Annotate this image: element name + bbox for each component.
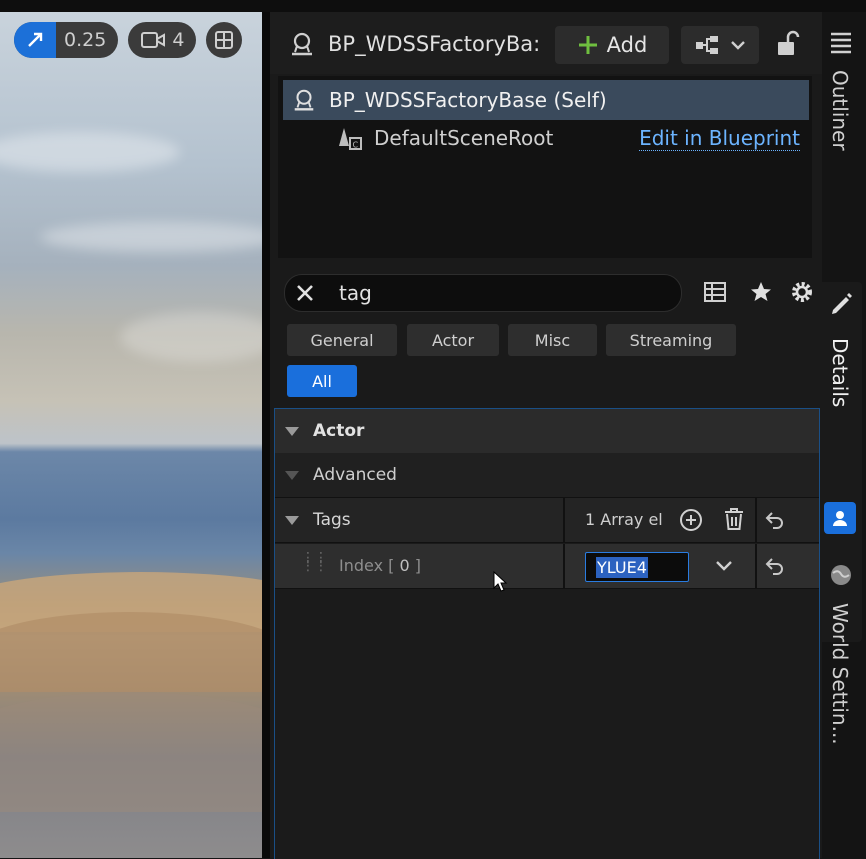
list-icon bbox=[829, 30, 853, 54]
filter-general[interactable]: General bbox=[287, 324, 397, 356]
component-tree: BP_WDSSFactoryBase (Self) C DefaultScene… bbox=[278, 76, 812, 258]
details-search bbox=[284, 274, 682, 312]
add-component-button[interactable]: Add bbox=[555, 26, 669, 64]
clear-search-button[interactable] bbox=[285, 283, 325, 303]
panel-splitter[interactable] bbox=[262, 12, 270, 858]
array-count-text: 1 Array ele bbox=[585, 510, 663, 529]
tree-item-self[interactable]: BP_WDSSFactoryBase (Self) bbox=[283, 80, 809, 120]
user-icon bbox=[824, 502, 856, 534]
tab-outliner[interactable]: Outliner bbox=[822, 24, 862, 174]
index-label: Index [ 0 ] bbox=[339, 556, 422, 575]
actor-blueprint-icon bbox=[288, 30, 316, 58]
category-advanced[interactable]: Advanced bbox=[275, 453, 819, 498]
reset-icon[interactable] bbox=[765, 556, 785, 576]
add-label: Add bbox=[606, 33, 648, 57]
level-viewport[interactable]: 0.25 4 bbox=[0, 12, 262, 858]
favorites-button[interactable] bbox=[745, 276, 777, 308]
scale-snap-value: 0.25 bbox=[64, 29, 107, 51]
scale-arrow-icon bbox=[14, 22, 56, 58]
lock-selection-button[interactable] bbox=[775, 30, 801, 58]
property-list: Actor Advanced Tags 1 Array ele ⋮⋮⋮⋮ Ind… bbox=[274, 408, 820, 859]
tab-details-label: Details bbox=[828, 338, 852, 408]
camera-icon bbox=[140, 30, 166, 50]
hierarchy-icon bbox=[694, 34, 720, 56]
expand-triangle-icon bbox=[285, 470, 299, 480]
globe-icon bbox=[829, 563, 853, 587]
actor-name-text: BP_WDSSFactoryBa: bbox=[328, 32, 541, 56]
unlock-icon bbox=[775, 30, 801, 58]
tab-world-settings-label: World Settin... bbox=[828, 603, 852, 745]
category-advanced-label: Advanced bbox=[313, 465, 397, 485]
layout-grid-icon bbox=[214, 30, 234, 50]
property-matrix-button[interactable] bbox=[699, 276, 731, 308]
settings-button[interactable] bbox=[786, 276, 818, 308]
reset-icon[interactable] bbox=[765, 510, 785, 530]
chevron-down-icon bbox=[730, 39, 746, 51]
search-input[interactable] bbox=[337, 280, 661, 306]
filter-misc[interactable]: Misc bbox=[508, 324, 597, 356]
details-header: BP_WDSSFactoryBa: Add bbox=[270, 12, 822, 74]
viewport-layout-button[interactable] bbox=[206, 22, 243, 58]
actor-blueprint-icon bbox=[291, 87, 317, 113]
gear-icon bbox=[789, 279, 815, 305]
side-tab-rail: Outliner Details World Settin... bbox=[822, 12, 866, 858]
scene-component-icon: C bbox=[336, 124, 364, 152]
tree-self-label: BP_WDSSFactoryBase (Self) bbox=[329, 88, 607, 112]
selected-actor: BP_WDSSFactoryBa: bbox=[288, 30, 553, 58]
tab-world-settings[interactable]: World Settin... bbox=[822, 557, 862, 857]
close-icon bbox=[295, 283, 315, 303]
tag-value-input[interactable]: YLUE4 bbox=[585, 552, 689, 582]
tree-item-default-scene-root[interactable]: C DefaultSceneRoot bbox=[336, 124, 553, 152]
tag-element-row: ⋮⋮ ⋮⋮ Index [ 0 ] YLUE4 bbox=[275, 544, 819, 592]
star-icon bbox=[749, 280, 773, 304]
property-tags: Tags 1 Array ele bbox=[275, 498, 819, 543]
camera-speed-button[interactable]: 4 bbox=[128, 22, 197, 58]
category-actor[interactable]: Actor bbox=[275, 409, 819, 454]
camera-speed-value: 4 bbox=[172, 29, 185, 51]
expand-triangle-icon[interactable] bbox=[285, 515, 299, 525]
category-actor-label: Actor bbox=[313, 421, 365, 441]
add-element-icon[interactable] bbox=[678, 507, 704, 533]
plus-icon bbox=[577, 34, 599, 56]
filter-streaming[interactable]: Streaming bbox=[606, 324, 736, 356]
details-panel: BP_WDSSFactoryBa: Add BP_WDSSFactoryBase… bbox=[270, 12, 822, 859]
top-strip bbox=[0, 0, 866, 12]
filter-all[interactable]: All bbox=[287, 365, 357, 397]
pencil-icon bbox=[828, 290, 854, 316]
tag-value-text: YLUE4 bbox=[596, 556, 648, 578]
tags-label: Tags bbox=[313, 510, 351, 530]
chevron-down-icon[interactable] bbox=[715, 559, 733, 571]
table-icon bbox=[703, 281, 727, 303]
edit-in-blueprint-link[interactable]: Edit in Blueprint bbox=[639, 126, 800, 151]
expand-triangle-icon bbox=[285, 426, 299, 436]
mouse-cursor-icon bbox=[493, 571, 509, 593]
transform-scale-snap[interactable]: 0.25 bbox=[14, 22, 119, 58]
filter-actor[interactable]: Actor bbox=[407, 324, 499, 356]
trash-icon[interactable] bbox=[722, 506, 746, 532]
svg-text:C: C bbox=[353, 141, 359, 150]
tab-outliner-label: Outliner bbox=[828, 70, 852, 151]
drag-handle-icon[interactable]: ⋮⋮ ⋮⋮ bbox=[301, 551, 328, 573]
tree-root-label: DefaultSceneRoot bbox=[374, 126, 554, 150]
hierarchy-button[interactable] bbox=[681, 26, 759, 64]
